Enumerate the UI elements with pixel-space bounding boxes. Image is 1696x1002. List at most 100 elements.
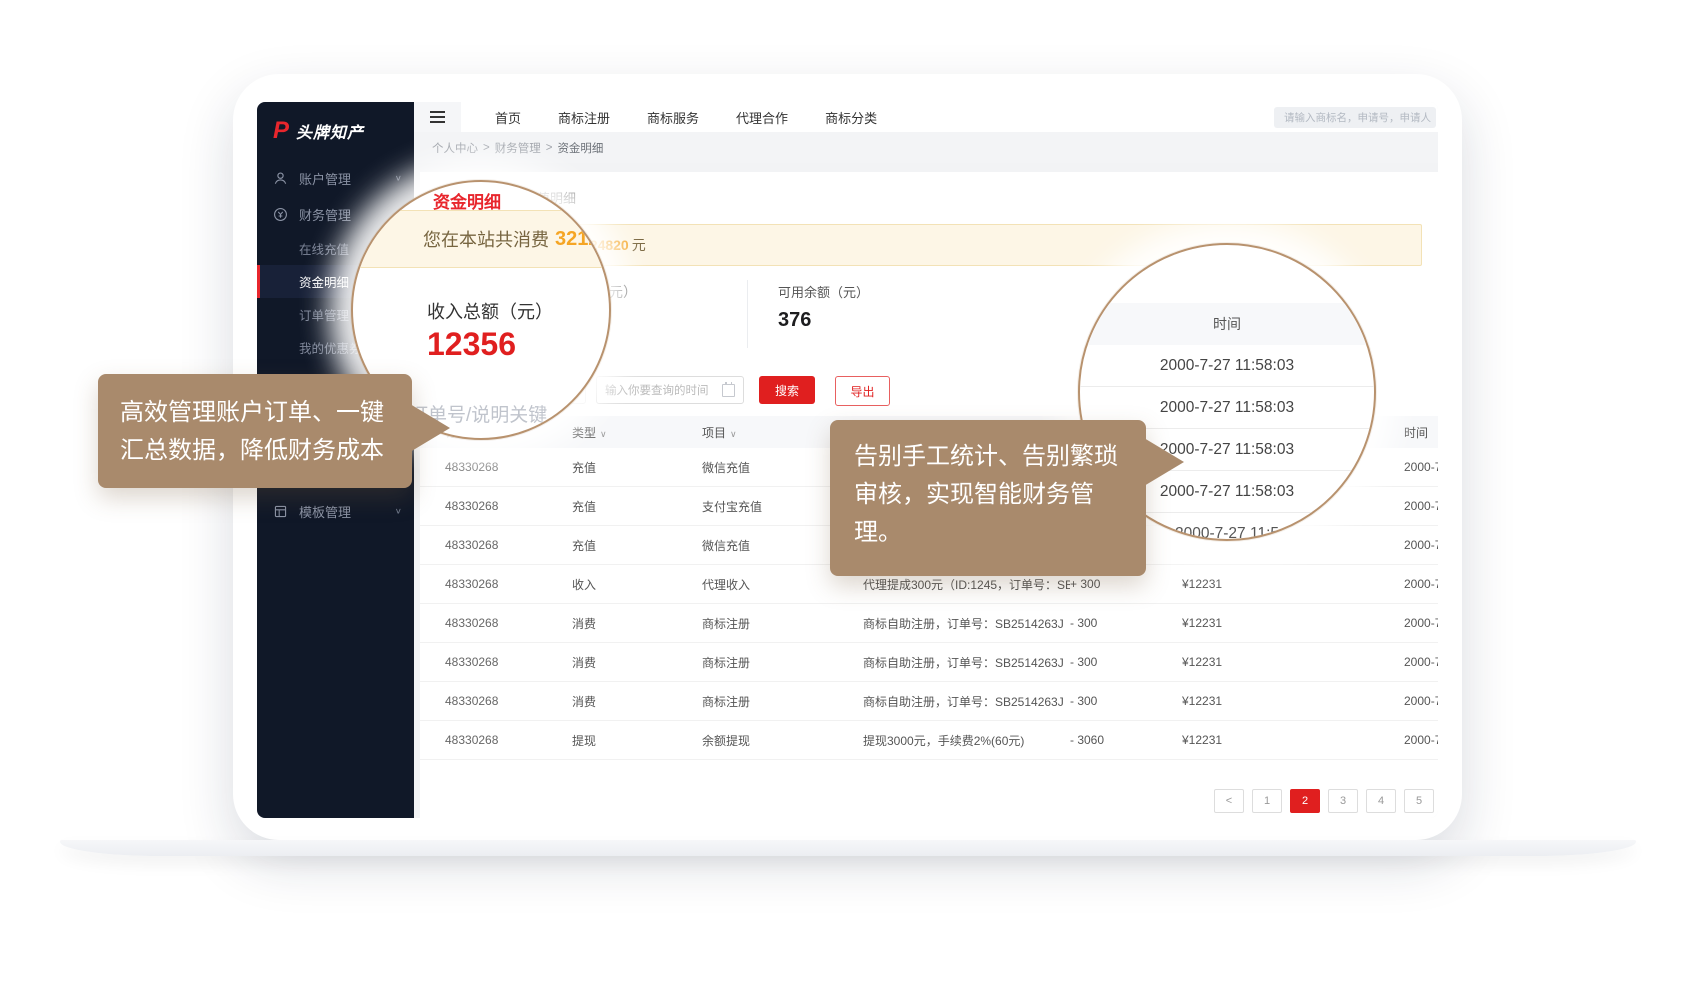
callout-arrow-icon [410, 404, 450, 452]
sort-caret-icon: ∨ [730, 429, 737, 439]
time-input[interactable]: 输入你要查询的时间 [596, 376, 744, 404]
callout-orders: 高效管理账户订单、一键 汇总数据，降低财务成本 [98, 374, 412, 488]
table-col-header-1[interactable]: 类型∨ [572, 424, 702, 441]
template-icon [273, 503, 289, 519]
top-navbar: 首页 商标注册 商标服务 代理合作 商标分类 请输入商标名，申请号，申请人 [414, 102, 1438, 132]
table-cell: 消费 [572, 693, 702, 710]
pagination-page-4[interactable]: 4 [1366, 789, 1396, 813]
chevron-icon: ∨ [395, 174, 402, 183]
table-cell: ¥12231 [1182, 616, 1404, 630]
table-cell: - 3060 [1070, 733, 1182, 747]
table-cell: 48330268 [420, 577, 572, 591]
table-cell: 充值 [572, 537, 702, 554]
table-cell: 48330268 [420, 616, 572, 630]
callout-orders-line2: 汇总数据，降低财务成本 [120, 432, 412, 470]
menu-hamburger-icon[interactable] [414, 102, 461, 132]
table-row-4: 48330268消费商标注册商标自助注册，订单号：SB2514263J- 300… [420, 604, 1438, 643]
callout-smart-finance: 告别手工统计、告别繁琐 审核，实现智能财务管 理。 [830, 420, 1146, 576]
table-cell: 商标注册 [702, 615, 863, 632]
table-cell: 2000-7-27 11:58:03 [1404, 655, 1438, 669]
table-cell: 2000-7-27 11:58:03 [1404, 616, 1438, 630]
stat-balance-value: 376 [778, 309, 869, 332]
magnified-banner-amount: 32124 [555, 228, 611, 251]
trademark-search-input[interactable]: 请输入商标名，申请号，申请人 [1274, 107, 1436, 128]
callout-arrow-icon [1144, 438, 1184, 486]
top-nav-item-2[interactable]: 商标服务 [647, 108, 699, 127]
magnified-time-row: 2000-7-27 11:58:03 [1080, 345, 1374, 387]
table-cell: 2000-7-27 11:58:03 [1404, 499, 1438, 513]
table-cell: 充值 [572, 498, 702, 515]
finance-icon [273, 206, 289, 222]
breadcrumb-current: 资金明细 [557, 140, 603, 156]
table-cell: 2000-7-27 11:58:03 [1404, 538, 1438, 552]
pagination-page-3[interactable]: 3 [1328, 789, 1358, 813]
table-cell: 48330268 [420, 460, 572, 474]
table-cell: 提现 [572, 732, 702, 749]
breadcrumb-sep: > [483, 142, 490, 154]
breadcrumb-home[interactable]: 个人中心 [432, 140, 478, 156]
pagination-page-1[interactable]: 1 [1252, 789, 1282, 813]
user-icon [273, 170, 289, 186]
sidebar-item-0[interactable]: 账户管理∨ [257, 160, 414, 196]
time-placeholder: 输入你要查询的时间 [605, 382, 709, 398]
table-cell: - 300 [1070, 616, 1182, 630]
table-row-6: 48330268消费商标注册商标自助注册，订单号：SB2514263J- 300… [420, 682, 1438, 721]
table-cell: 48330268 [420, 733, 572, 747]
pagination-page-5[interactable]: 5 [1404, 789, 1434, 813]
callout-orders-line1: 高效管理账户订单、一键 [120, 394, 412, 432]
table-row-7: 48330268提现余额提现提现3000元，手续费2%(60元)- 3060¥1… [420, 721, 1438, 760]
table-cell: ¥12231 [1182, 655, 1404, 669]
brand-logo-text: 头牌知产 [296, 119, 364, 143]
banner-unit: 元 [632, 235, 646, 255]
pagination-prev-button[interactable]: < [1214, 789, 1244, 813]
top-nav-item-3[interactable]: 代理合作 [736, 108, 788, 127]
table-cell: 提现3000元，手续费2%(60元) [863, 732, 1070, 749]
breadcrumb-sep: > [546, 142, 553, 154]
sidebar-item-7[interactable]: 模板管理∨ [257, 493, 414, 529]
table-cell: 代理收入 [702, 576, 863, 593]
laptop-base [60, 840, 1636, 856]
calendar-icon [722, 384, 735, 397]
table-cell: 2000-7-27 11:58:03 [1404, 694, 1438, 708]
magnified-time-header: 时间 [1080, 303, 1374, 345]
magnified-income-value: 12356 [427, 326, 516, 363]
table-cell: 48330268 [420, 694, 572, 708]
search-button[interactable]: 搜索 [759, 376, 815, 404]
top-nav-item-0[interactable]: 首页 [495, 108, 521, 127]
breadcrumb-finance[interactable]: 财务管理 [495, 140, 541, 156]
stat-balance-label: 可用余额（元） [778, 282, 869, 301]
magnified-banner: 您在本站共消费 32124 [351, 210, 611, 268]
pagination: <12345 [1214, 789, 1434, 813]
table-cell: 48330268 [420, 655, 572, 669]
table-cell: 收入 [572, 576, 702, 593]
table-cell: 48330268 [420, 538, 572, 552]
export-button[interactable]: 导出 [835, 376, 890, 406]
table-cell: 商标自助注册，订单号：SB2514263J [863, 654, 1070, 671]
table-cell: 商标注册 [702, 693, 863, 710]
sidebar-item-label: 账户管理 [299, 169, 395, 188]
pagination-page-2[interactable]: 2 [1290, 789, 1320, 813]
breadcrumb: 个人中心 > 财务管理 > 资金明细 [414, 132, 1438, 163]
magnified-income-label: 收入总额（元） [427, 298, 553, 324]
sort-caret-icon: ∨ [600, 429, 607, 439]
table-cell: ¥12231 [1182, 733, 1404, 747]
table-cell: 余额提现 [702, 732, 863, 749]
table-cell: - 300 [1070, 655, 1182, 669]
table-cell: 商标自助注册，订单号：SB2514263J [863, 615, 1070, 632]
top-nav-item-1[interactable]: 商标注册 [558, 108, 610, 127]
table-cell: - 300 [1070, 694, 1182, 708]
table-row-5: 48330268消费商标注册商标自助注册，订单号：SB2514263J- 300… [420, 643, 1438, 682]
table-col-header-6: 时间 [1404, 424, 1438, 441]
table-cell: 商标注册 [702, 654, 863, 671]
table-cell: 2000-7-27 11:58:03 [1404, 733, 1438, 747]
top-nav: 首页 商标注册 商标服务 代理合作 商标分类 [495, 108, 877, 127]
table-cell: 消费 [572, 654, 702, 671]
table-cell: 2000-7-27 11:58:03 [1404, 460, 1438, 474]
callout-smart-line3: 理。 [854, 514, 1146, 552]
table-cell: 代理提成300元（ID:1245，订单号：SB45124） [863, 576, 1070, 593]
table-cell: + 300 [1070, 577, 1182, 591]
table-cell: 48330268 [420, 499, 572, 513]
table-cell: ¥12231 [1182, 694, 1404, 708]
top-nav-item-4[interactable]: 商标分类 [825, 108, 877, 127]
brand-logo: P 头牌知产 [257, 102, 414, 160]
